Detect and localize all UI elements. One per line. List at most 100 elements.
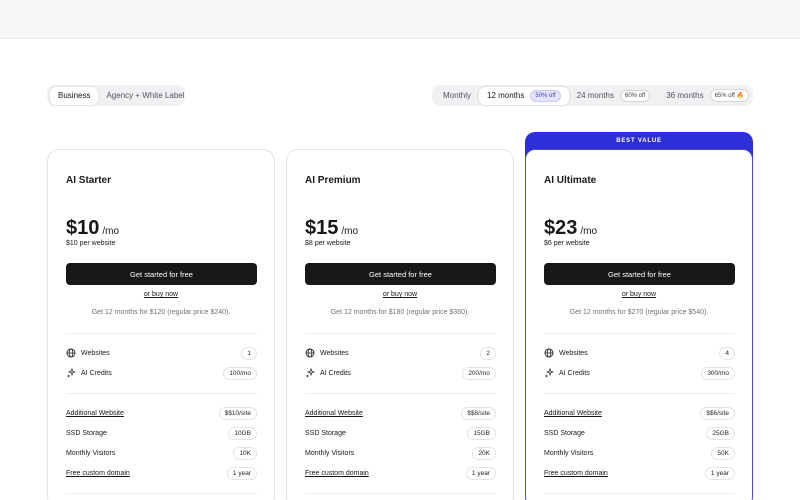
discount-badge: 50% off (530, 89, 561, 102)
divider (544, 333, 735, 334)
plan-type-toggle: Business Agency + White Label (47, 85, 185, 106)
divider (66, 333, 257, 334)
feature-ssd-storage: SSD Storage 15GB (305, 426, 496, 440)
feature-monthly-visitors: Monthly Visitors 10K (66, 446, 257, 460)
billing-note: Get 12 months for $120 (regular price $2… (91, 309, 231, 316)
get-started-button[interactable]: Get started for free (66, 263, 257, 285)
billing-term-toggle: Monthly 12 months 50% off 24 months 60% of… (432, 85, 753, 106)
tab-36-months[interactable]: 36 months 65% off 🔥 (658, 87, 757, 105)
feature-free-custom-domain: Free custom domain 1 year (66, 466, 257, 480)
buy-now-link[interactable]: or buy now (287, 291, 513, 298)
feature-websites: Websites 4 (544, 346, 735, 360)
divider (66, 493, 257, 494)
buy-now-link[interactable]: or buy now (48, 291, 274, 298)
feature-label-link[interactable]: Free custom domain (544, 470, 608, 477)
divider (66, 393, 257, 394)
feature-label: AI Credits (559, 369, 590, 377)
tab-label: 36 months (666, 91, 704, 100)
feature-additional-website: Additional Website $$10/site (66, 406, 257, 420)
feature-label: SSD Storage (544, 429, 585, 437)
feature-value: 50K (711, 446, 735, 460)
feature-label: Websites (320, 349, 349, 357)
globe-icon (66, 348, 76, 358)
top-bar (0, 0, 800, 39)
sparkle-icon (66, 368, 76, 378)
plan-name: AI Premium (305, 175, 361, 186)
divider (305, 333, 496, 334)
plan-price: $15 (305, 217, 339, 239)
globe-icon (305, 348, 315, 358)
tab-label: 24 months (576, 91, 614, 100)
price-row: $15 /mo (305, 217, 358, 240)
feature-label: Websites (559, 349, 588, 357)
discount-badge: 60% off (619, 89, 651, 102)
get-started-button[interactable]: Get started for free (544, 263, 735, 285)
globe-icon (544, 348, 554, 358)
feature-value: 10GB (228, 426, 257, 440)
plan-card-ai-premium: AI Premium $15 /mo $8 per website Get st… (286, 149, 514, 500)
feature-monthly-visitors: Monthly Visitors 20K (305, 446, 496, 460)
feature-label: Websites (81, 349, 110, 357)
feature-value: 10K (233, 446, 257, 460)
feature-label-link[interactable]: Additional Website (544, 410, 602, 417)
price-period: /mo (102, 226, 120, 237)
plan-price: $23 (544, 217, 578, 239)
tab-12-months[interactable]: 12 months 50% off (479, 86, 569, 105)
feature-label-link[interactable]: Additional Website (305, 410, 363, 417)
price-per-website: $8 per website (305, 240, 351, 247)
discount-badge: 65% off 🔥 (709, 89, 749, 102)
feature-value: 25GB (706, 426, 735, 440)
price-per-website: $10 per website (66, 240, 116, 247)
feature-value: 4 (719, 346, 735, 360)
sparkle-icon (305, 368, 315, 378)
tab-24-months[interactable]: 24 months 60% off (569, 87, 659, 105)
feature-ai-credits: AI Credits 100/mo (66, 366, 257, 380)
feature-label-link[interactable]: Free custom domain (66, 470, 130, 477)
feature-value: 2 (480, 346, 496, 360)
feature-ai-credits: AI Credits 200/mo (305, 366, 496, 380)
feature-additional-website: Additional Website $$6/site (544, 406, 735, 420)
billing-note: Get 12 months for $180 (regular price $3… (330, 309, 470, 316)
feature-value: $$8/site (461, 406, 496, 420)
tab-label: Monthly (443, 91, 472, 100)
feature-label-link[interactable]: Free custom domain (305, 470, 369, 477)
price-period: /mo (341, 226, 359, 237)
divider (305, 393, 496, 394)
divider (305, 493, 496, 494)
plan-card-ai-starter: AI Starter $10 /mo $10 per website Get s… (47, 149, 275, 500)
buy-now-link[interactable]: or buy now (526, 291, 752, 298)
feature-value: 20K (472, 446, 496, 460)
feature-label-link[interactable]: Additional Website (66, 410, 124, 417)
feature-label: AI Credits (81, 369, 112, 377)
feature-websites: Websites 2 (305, 346, 496, 360)
feature-additional-website: Additional Website $$8/site (305, 406, 496, 420)
feature-value: 100/mo (223, 366, 257, 380)
feature-label: Monthly Visitors (66, 449, 116, 457)
feature-label: Monthly Visitors (305, 449, 355, 457)
feature-value: $$10/site (218, 406, 257, 420)
feature-monthly-visitors: Monthly Visitors 50K (544, 446, 735, 460)
tab-agency-white-label[interactable]: Agency + White Label (98, 87, 192, 105)
tab-monthly[interactable]: Monthly (435, 87, 479, 105)
price-period: /mo (580, 226, 598, 237)
feature-free-custom-domain: Free custom domain 1 year (544, 466, 735, 480)
tab-business[interactable]: Business (50, 86, 99, 105)
get-started-button[interactable]: Get started for free (305, 263, 496, 285)
feature-free-custom-domain: Free custom domain 1 year (305, 466, 496, 480)
feature-ssd-storage: SSD Storage 10GB (66, 426, 257, 440)
plan-price: $10 (66, 217, 100, 239)
tab-label: 12 months (487, 91, 525, 100)
feature-label: Monthly Visitors (544, 449, 594, 457)
feature-websites: Websites 1 (66, 346, 257, 360)
feature-value: $$6/site (700, 406, 735, 420)
feature-label: AI Credits (320, 369, 351, 377)
feature-value: 1 year (226, 466, 257, 480)
feature-label: SSD Storage (305, 429, 346, 437)
feature-value: 1 (241, 346, 257, 360)
price-per-website: $6 per website (544, 240, 590, 247)
plan-card-ai-ultimate: AI Ultimate $23 /mo $6 per website Get s… (525, 149, 753, 500)
billing-note: Get 12 months for $270 (regular price $5… (569, 309, 709, 316)
feature-ai-credits: AI Credits 300/mo (544, 366, 735, 380)
plan-name: AI Ultimate (544, 175, 597, 186)
divider (544, 393, 735, 394)
